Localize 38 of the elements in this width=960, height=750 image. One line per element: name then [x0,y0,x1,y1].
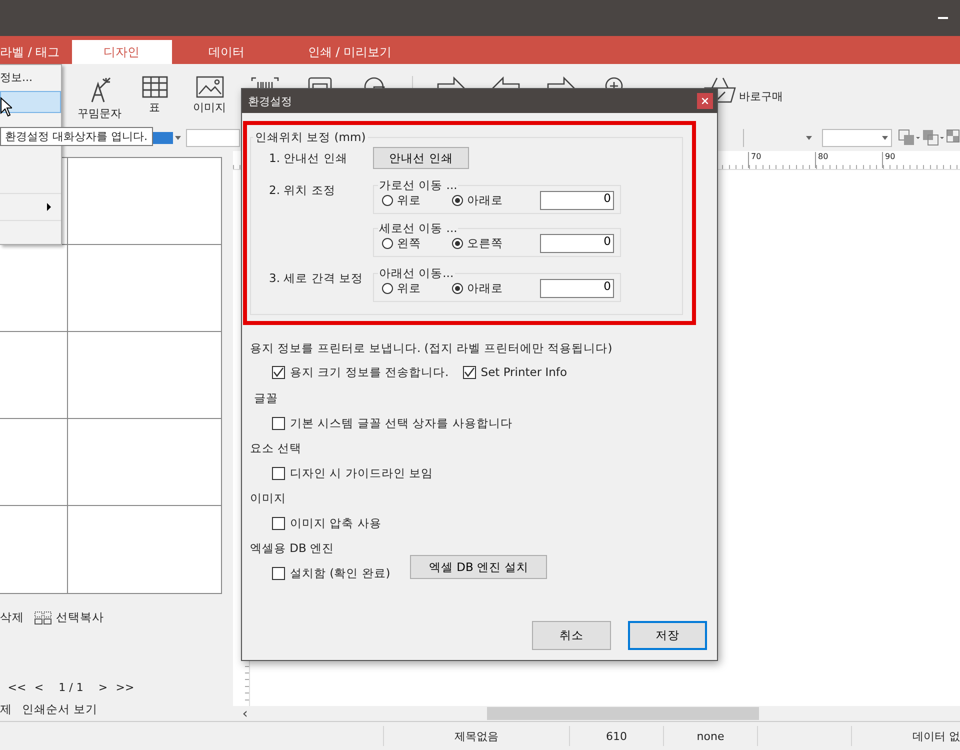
radio-label: 위로 [397,281,421,296]
group-legend: 인쇄위치 보정 (mm) [253,130,368,145]
tool-label: 이미지 [193,100,226,115]
section-heading: 용지 정보를 프린터로 보냅니다. (접지 라벨 프린터에만 적용됩니다) [250,340,614,357]
row-label: 2. 위치 조정 [269,182,336,199]
checkbox-label: 설치함 (확인 완료) [290,566,390,580]
page-indicator: 1 / 1 [58,681,84,694]
checkbox-label: 이미지 압축 사용 [290,516,382,530]
checkbox-label: Set Printer Info [480,365,567,379]
tool-label: 표 [149,100,160,115]
checkbox-label: 디자인 시 가이드라인 보임 [290,466,433,480]
row-label: 3. 세로 간격 보정 [269,270,364,287]
row-label: 1. 안내선 인쇄 [269,150,348,167]
section-heading: 엑셀용 DB 엔진 [250,540,336,557]
ruler-label: 90 [882,152,896,168]
group-legend: 아래선 이동... [378,267,455,279]
ruler-label: 70 [748,152,762,168]
section-heading: 이미지 [250,490,287,507]
section-heading: 요소 선택 [250,440,303,457]
group-legend: 가로선 이동 ... [378,179,458,191]
dialog-title: 환경설정 [248,94,292,108]
tool-label: 바로구매 [739,89,783,104]
status-cell: none [664,726,758,746]
radio-label: 오른쪽 [467,236,503,251]
radio-label: 아래로 [467,193,503,208]
ruler-label: 80 [815,152,828,168]
radio-label: 왼쪽 [397,236,421,251]
tool-label: 꾸밈문자 [78,106,122,121]
radio-label: 위로 [397,193,421,208]
status-cell-text: 데이터 없 [912,728,960,744]
group-legend: 세로선 이동 ... [378,222,458,234]
status-cell: 제목없음 [384,726,570,746]
radio-label: 아래로 [467,281,503,296]
checkbox-label: 기본 시스템 글꼴 선택 상자를 사용합니다 [290,416,512,430]
checkbox-label: 용지 크기 정보를 전송합니다. [290,364,449,380]
status-cell: 610 [570,726,664,746]
tooltip: 환경설정 대화상자를 엽니다. [0,127,152,146]
section-heading: 글꼴 [253,390,279,407]
